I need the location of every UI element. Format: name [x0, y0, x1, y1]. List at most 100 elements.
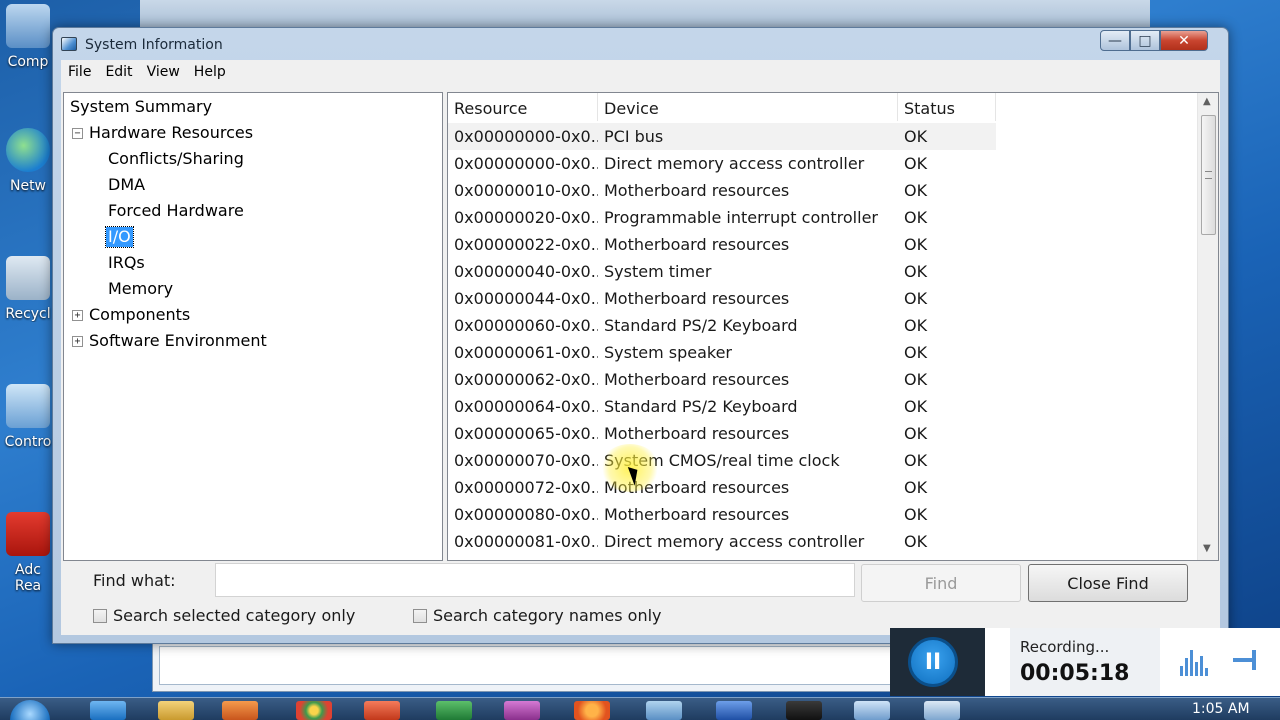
scrollbar-thumb[interactable] — [1201, 115, 1216, 235]
menu-edit[interactable]: Edit — [98, 60, 139, 84]
table-row[interactable]: 0x00000000-0x0... Direct memory access co… — [448, 150, 1198, 177]
excel-icon[interactable] — [436, 701, 472, 720]
command-prompt-icon[interactable] — [786, 701, 822, 720]
taskbar-clock[interactable]: 1:05 AM — [1192, 701, 1250, 717]
tree-node-irqs[interactable]: IRQs — [108, 253, 145, 273]
powerpoint-icon[interactable] — [364, 701, 400, 720]
background-window-content — [159, 646, 905, 685]
media-player-icon[interactable] — [222, 701, 258, 720]
cell-device: System timer — [604, 262, 712, 281]
tree-node-system-summary[interactable]: System Summary — [70, 97, 212, 117]
cell-status: OK — [904, 478, 928, 497]
table-row[interactable]: 0x00000060-0x0... Standard PS/2 Keyboard O… — [448, 312, 1198, 339]
tree-node-components[interactable]: Components — [89, 305, 190, 325]
list-rows: 0x00000000-0x0... PCI bus OK 0x00000000-0x0… — [448, 123, 1198, 555]
search-selected-category-checkbox[interactable]: Search selected category only — [93, 606, 355, 625]
expand-icon[interactable]: + — [72, 336, 83, 347]
table-row[interactable]: 0x00000081-0x0... Direct memory access co… — [448, 528, 1198, 555]
system-information-taskbar-icon[interactable] — [924, 701, 960, 720]
table-row[interactable]: 0x00000000-0x0... PCI bus OK — [448, 123, 996, 150]
category-tree[interactable]: System Summary − Hardware Resources Conf… — [63, 92, 443, 561]
menu-file[interactable]: File — [61, 60, 98, 84]
cell-device: Direct memory access controller — [604, 532, 865, 551]
pause-recording-button[interactable]: II — [908, 637, 958, 687]
cell-device: Motherboard resources — [604, 424, 790, 443]
pin-icon[interactable] — [1233, 650, 1256, 670]
recording-panel: II Recording... 00:05:18 — [890, 628, 1280, 696]
desktop-icon-adobe-reader[interactable]: Adc Rea — [0, 512, 56, 594]
cell-resource: 0x00000020-0x0... — [454, 208, 598, 227]
tree-node-io[interactable]: I/O — [105, 226, 134, 248]
search-category-names-label: Search category names only — [433, 606, 662, 625]
table-row[interactable]: 0x00000070-0x0... System CMOS/real time c… — [448, 447, 1198, 474]
checkbox-icon[interactable] — [413, 608, 427, 623]
find-button[interactable]: Find — [861, 564, 1021, 602]
tree-node-dma[interactable]: DMA — [108, 175, 145, 195]
maximize-button[interactable]: □ — [1130, 30, 1160, 51]
checkbox-icon[interactable] — [93, 608, 107, 623]
table-row[interactable]: 0x00000061-0x0... System speaker OK — [448, 339, 1198, 366]
table-row[interactable]: 0x00000010-0x0... Motherboard resources OK — [448, 177, 1198, 204]
firefox-icon[interactable] — [574, 701, 610, 720]
network-icon — [6, 128, 50, 172]
internet-explorer-icon[interactable] — [90, 701, 126, 720]
column-header-status[interactable]: Status — [898, 93, 996, 121]
cell-status: OK — [904, 532, 928, 551]
cell-device: Direct memory access controller — [604, 154, 865, 173]
cell-status: OK — [904, 316, 928, 335]
word-icon[interactable] — [716, 701, 752, 720]
table-row[interactable]: 0x00000022-0x0... Motherboard resources OK — [448, 231, 1198, 258]
cell-resource: 0x00000010-0x0... — [454, 181, 598, 200]
table-row[interactable]: 0x00000044-0x0... Motherboard resources OK — [448, 285, 1198, 312]
table-row[interactable]: 0x00000064-0x0... Standard PS/2 Keyboard O… — [448, 393, 1198, 420]
collapse-icon[interactable]: − — [72, 128, 83, 139]
desktop-icon-network[interactable]: Netw — [0, 128, 56, 194]
tree-node-software-environment[interactable]: Software Environment — [89, 331, 267, 351]
tree-node-forced-hardware[interactable]: Forced Hardware — [108, 201, 244, 221]
desktop-icon-label: Recycl — [5, 306, 51, 322]
table-row[interactable]: 0x00000062-0x0... Motherboard resources OK — [448, 366, 1198, 393]
column-header-device[interactable]: Device — [598, 93, 898, 121]
table-row[interactable]: 0x00000072-0x0... Motherboard resources OK — [448, 474, 1198, 501]
background-window-titlebar — [140, 0, 1150, 30]
table-row[interactable]: 0x00000040-0x0... System timer OK — [448, 258, 1198, 285]
file-explorer-icon[interactable] — [158, 701, 194, 720]
tree-node-conflicts-sharing[interactable]: Conflicts/Sharing — [108, 149, 244, 169]
table-row[interactable]: 0x00000020-0x0... Programmable interrupt … — [448, 204, 1198, 231]
cell-status: OK — [904, 451, 928, 470]
resource-list[interactable]: Resource Device Status 0x00000000-0x0...… — [447, 92, 1219, 561]
control-panel-taskbar-icon[interactable] — [854, 701, 890, 720]
tree-node-memory[interactable]: Memory — [108, 279, 173, 299]
close-button[interactable]: ✕ — [1160, 30, 1208, 51]
minimize-button[interactable]: — — [1100, 30, 1130, 51]
cell-status: OK — [904, 505, 928, 524]
menu-view[interactable]: View — [140, 60, 187, 84]
close-find-button[interactable]: Close Find — [1028, 564, 1188, 602]
search-category-names-checkbox[interactable]: Search category names only — [413, 606, 662, 625]
find-what-input[interactable] — [215, 563, 855, 597]
paint-icon[interactable] — [646, 701, 682, 720]
desktop-icon-control-panel[interactable]: Contro — [0, 384, 56, 450]
desktop-icon-recycle-bin[interactable]: Recycl — [0, 256, 56, 322]
scroll-up-icon[interactable]: ▲ — [1203, 96, 1211, 107]
vertical-scrollbar[interactable]: ▲ ▼ — [1197, 93, 1218, 560]
app-icon[interactable] — [504, 701, 540, 720]
desktop-icon-label: Netw — [9, 178, 47, 194]
column-header-resource[interactable]: Resource — [448, 93, 598, 121]
expand-icon[interactable]: + — [72, 310, 83, 321]
cell-resource: 0x00000081-0x0... — [454, 532, 598, 551]
chrome-icon[interactable] — [296, 701, 332, 720]
table-row[interactable]: 0x00000080-0x0... Motherboard resources OK — [448, 501, 1198, 528]
cell-resource: 0x00000072-0x0... — [454, 478, 598, 497]
table-row[interactable]: 0x00000065-0x0... Motherboard resources OK — [448, 420, 1198, 447]
computer-icon — [6, 4, 50, 48]
search-selected-category-label: Search selected category only — [113, 606, 356, 625]
tree-node-hardware-resources[interactable]: Hardware Resources — [89, 123, 253, 143]
menu-help[interactable]: Help — [187, 60, 233, 84]
audio-level-icon[interactable] — [1180, 650, 1208, 676]
desktop-icon-computer[interactable]: Comp — [0, 4, 56, 70]
cell-status: OK — [904, 235, 928, 254]
scroll-down-icon[interactable]: ▼ — [1203, 543, 1211, 554]
title-bar[interactable]: System Information — □ ✕ — [53, 28, 1228, 60]
window-title: System Information — [85, 37, 223, 53]
